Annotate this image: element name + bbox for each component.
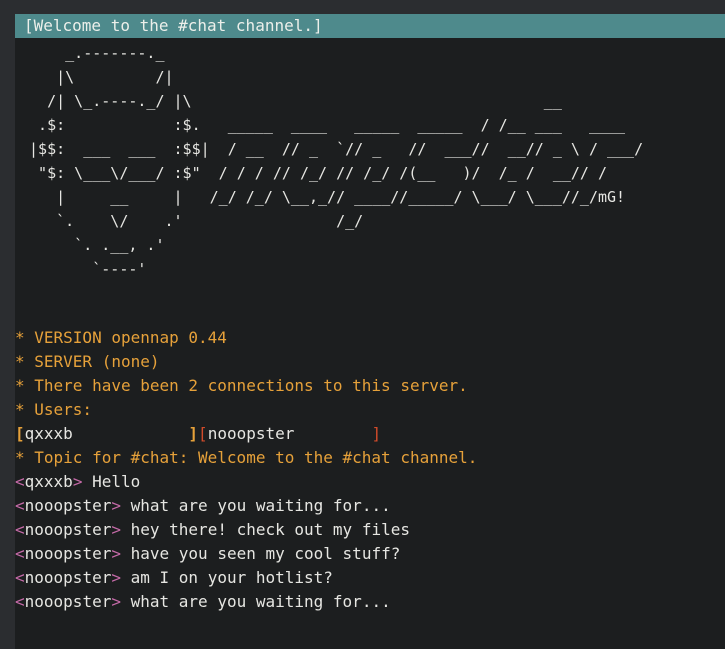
user-bracket-close-2: ] xyxy=(371,424,382,443)
user-bracket-open: [ xyxy=(15,424,25,443)
message-text: Hello xyxy=(92,472,141,491)
message-space xyxy=(121,544,131,563)
channel-topic-bar: [Welcome to the #chat channel.] xyxy=(15,14,725,38)
user-padding-2 xyxy=(294,424,371,443)
nick-open: < xyxy=(15,496,25,515)
user-entry-2[interactable]: nooopster xyxy=(208,424,295,443)
user-bracket-close: ] xyxy=(188,424,199,443)
chat-log: * VERSION opennap 0.44 * SERVER (none) *… xyxy=(15,326,725,614)
server-ascii-banner: _.-------._ |\ /| /| \_.----._/ |\ __ .$… xyxy=(29,44,644,278)
users-list-line: [qxxxb ][nooopster ] xyxy=(15,422,725,446)
nick-close: > xyxy=(111,496,121,515)
server-line: * SERVER (none) xyxy=(15,352,160,371)
message-text: hey there! check out my files xyxy=(130,520,410,539)
nick-close: > xyxy=(72,472,83,491)
nick-open: < xyxy=(15,544,25,563)
nick-open: < xyxy=(15,592,25,611)
message-text: have you seen my cool stuff? xyxy=(130,544,401,563)
chat-message: <nooopster> am I on your hotlist? xyxy=(15,566,725,590)
chat-message: <nooopster> hey there! check out my file… xyxy=(15,518,725,542)
window-gutter xyxy=(0,0,15,649)
message-space xyxy=(121,496,131,515)
chat-message: <nooopster> have you seen my cool stuff? xyxy=(15,542,725,566)
connections-line: * There have been 2 connections to this … xyxy=(15,376,468,395)
chat-terminal[interactable]: [Welcome to the #chat channel.] _.------… xyxy=(15,14,725,649)
nick-close: > xyxy=(111,544,121,563)
message-nick[interactable]: nooopster xyxy=(25,568,112,587)
message-nick[interactable]: qxxxb xyxy=(25,472,73,491)
message-space xyxy=(121,568,131,587)
users-label-line: * Users: xyxy=(15,400,93,419)
message-nick[interactable]: nooopster xyxy=(25,520,112,539)
message-nick[interactable]: nooopster xyxy=(25,544,112,563)
chat-message: <nooopster> what are you waiting for... xyxy=(15,590,725,614)
nick-open: < xyxy=(15,472,25,491)
message-space xyxy=(121,592,131,611)
message-space xyxy=(121,520,131,539)
message-nick[interactable]: nooopster xyxy=(25,496,112,515)
user-bracket-open-2: [ xyxy=(198,424,208,443)
user-entry-1[interactable]: qxxxb xyxy=(25,424,73,443)
message-text: am I on your hotlist? xyxy=(130,568,333,587)
message-text: what are you waiting for... xyxy=(130,496,391,515)
version-line: * VERSION opennap 0.44 xyxy=(15,328,227,347)
chat-message: <qxxxb> Hello xyxy=(15,470,725,494)
nick-open: < xyxy=(15,520,25,539)
message-space xyxy=(82,472,92,491)
user-padding xyxy=(73,424,189,443)
nick-close: > xyxy=(111,520,121,539)
message-nick[interactable]: nooopster xyxy=(25,592,112,611)
nick-open: < xyxy=(15,568,25,587)
topic-line: * Topic for #chat: Welcome to the #chat … xyxy=(15,448,478,467)
nick-close: > xyxy=(111,592,121,611)
nick-close: > xyxy=(111,568,121,587)
chat-message: <nooopster> what are you waiting for... xyxy=(15,494,725,518)
message-text: what are you waiting for... xyxy=(130,592,391,611)
